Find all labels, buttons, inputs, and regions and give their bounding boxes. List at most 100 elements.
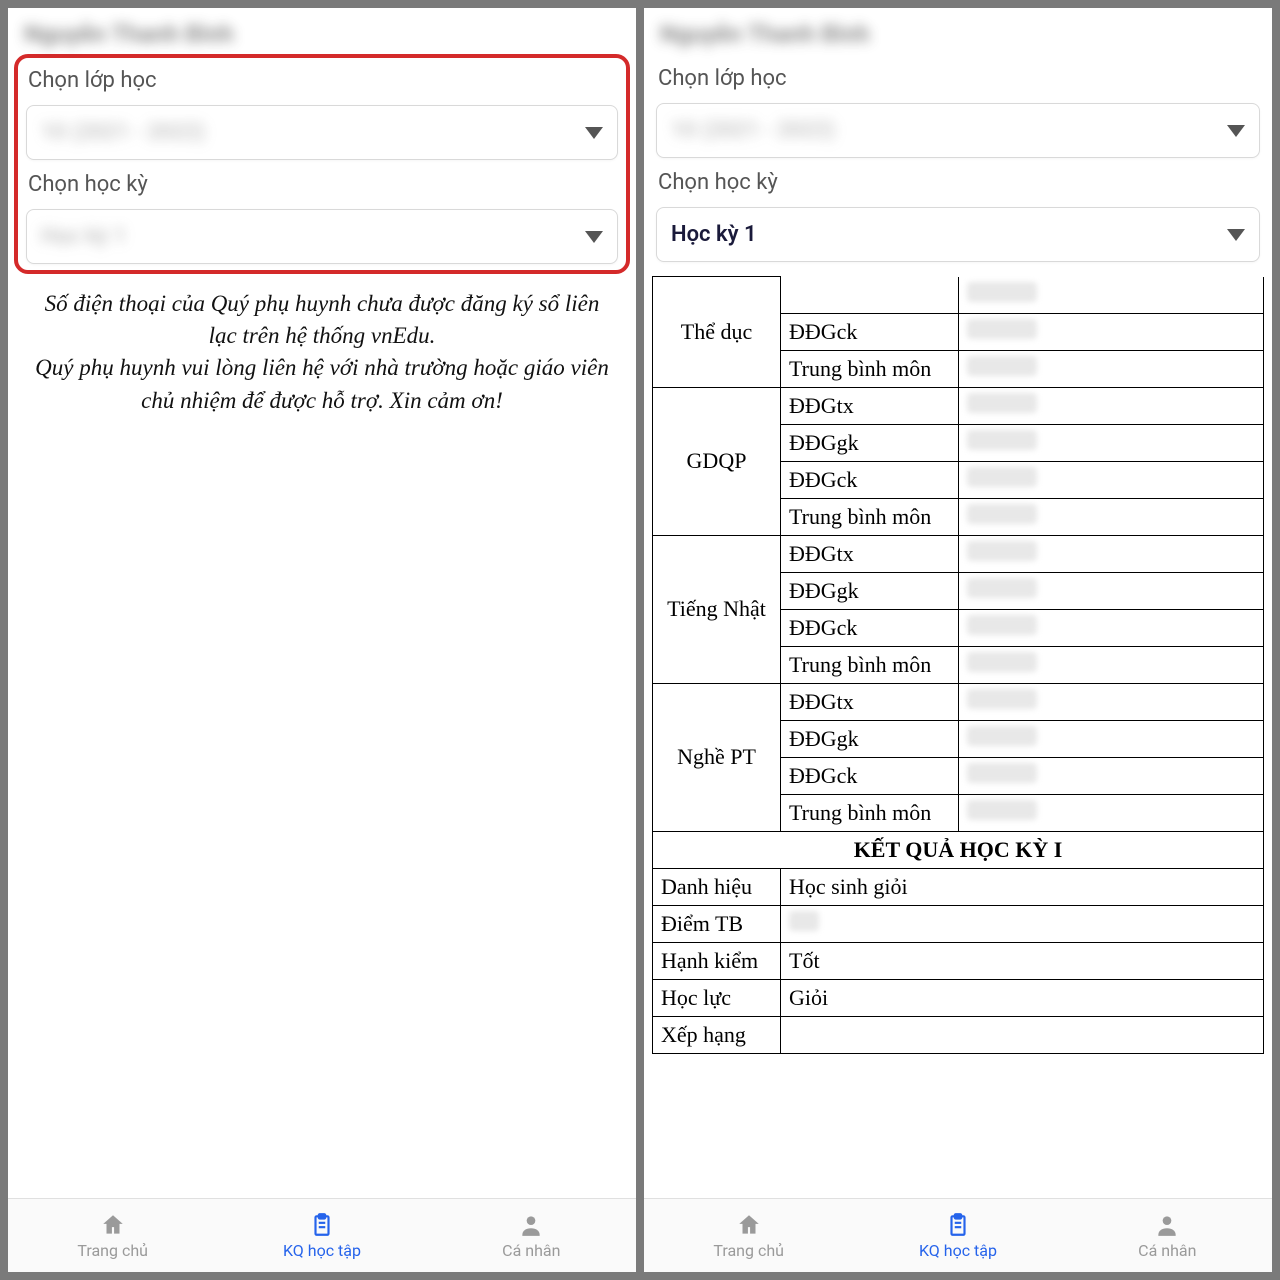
subject-cell: Nghề PT bbox=[653, 683, 781, 831]
screen-right: Nguyễn Thanh Bình Chọn lớp học 10 (2021 … bbox=[644, 8, 1272, 1272]
value-cell bbox=[959, 720, 1264, 757]
summary-header-row: KẾT QUẢ HỌC KỲ I bbox=[653, 831, 1264, 868]
value-cell bbox=[959, 498, 1264, 535]
metric-cell bbox=[781, 277, 959, 314]
chevron-down-icon bbox=[1227, 229, 1245, 241]
value-cell bbox=[959, 350, 1264, 387]
chevron-down-icon bbox=[585, 231, 603, 243]
value-cell bbox=[959, 277, 1264, 314]
value-cell bbox=[959, 794, 1264, 831]
semester-label: Chọn học kỳ bbox=[656, 166, 1260, 199]
class-select-value: 10 (2021 - 2022) bbox=[41, 120, 205, 145]
semester-select[interactable]: Học kỳ 1 bbox=[26, 209, 618, 264]
metric-cell: ĐĐGgk bbox=[781, 424, 959, 461]
class-select[interactable]: 10 (2021 - 2022) bbox=[26, 105, 618, 160]
summary-label: Điểm TB bbox=[653, 905, 781, 942]
metric-cell: ĐĐGgk bbox=[781, 572, 959, 609]
metric-cell: Trung bình môn bbox=[781, 646, 959, 683]
chevron-down-icon bbox=[585, 127, 603, 139]
table-row: Nghề PT ĐĐGtx bbox=[653, 683, 1264, 720]
clipboard-icon bbox=[308, 1211, 336, 1239]
class-select[interactable]: 10 (2021 - 2022) bbox=[656, 103, 1260, 158]
value-cell bbox=[959, 609, 1264, 646]
selectors-group: Chọn lớp học 10 (2021 - 2022) Chọn học k… bbox=[644, 54, 1272, 270]
class-label: Chọn lớp học bbox=[26, 64, 618, 97]
metric-cell: Trung bình môn bbox=[781, 794, 959, 831]
summary-label: Xếp hạng bbox=[653, 1016, 781, 1053]
bottom-nav: Trang chủ KQ học tập Cá nhân bbox=[644, 1198, 1272, 1272]
bottom-nav: Trang chủ KQ học tập Cá nhân bbox=[8, 1198, 636, 1272]
student-name: Nguyễn Thanh Bình bbox=[644, 8, 1272, 54]
table-row: GDQP ĐĐGtx bbox=[653, 387, 1264, 424]
value-cell bbox=[959, 683, 1264, 720]
metric-cell: Trung bình môn bbox=[781, 498, 959, 535]
value-cell bbox=[959, 461, 1264, 498]
class-label: Chọn lớp học bbox=[656, 62, 1260, 95]
value-cell bbox=[959, 572, 1264, 609]
value-cell bbox=[959, 424, 1264, 461]
clipboard-icon bbox=[944, 1211, 972, 1239]
semester-label: Chọn học kỳ bbox=[26, 168, 618, 201]
nav-results[interactable]: KQ học tập bbox=[853, 1199, 1062, 1272]
info-message-line: Quý phụ huynh vui lòng liên hệ với nhà t… bbox=[28, 352, 616, 416]
nav-home[interactable]: Trang chủ bbox=[644, 1199, 853, 1272]
selectors-group-highlight: Chọn lớp học 10 (2021 - 2022) Chọn học k… bbox=[14, 54, 630, 274]
subject-cell: Thể dục bbox=[653, 277, 781, 388]
nav-home[interactable]: Trang chủ bbox=[8, 1199, 217, 1272]
info-message-line: Số điện thoại của Quý phụ huynh chưa đượ… bbox=[28, 288, 616, 352]
nav-label: Trang chủ bbox=[77, 1241, 148, 1260]
info-message: Số điện thoại của Quý phụ huynh chưa đượ… bbox=[8, 274, 636, 431]
summary-label: Hạnh kiểm bbox=[653, 942, 781, 979]
metric-cell: ĐĐGck bbox=[781, 461, 959, 498]
summary-row: Điểm TB bbox=[653, 905, 1264, 942]
metric-cell: ĐĐGtx bbox=[781, 387, 959, 424]
value-cell bbox=[959, 757, 1264, 794]
summary-row: Học lựcGiỏi bbox=[653, 979, 1264, 1016]
metric-cell: ĐĐGtx bbox=[781, 535, 959, 572]
person-icon bbox=[517, 1211, 545, 1239]
nav-label: KQ học tập bbox=[919, 1241, 997, 1260]
semester-select[interactable]: Học kỳ 1 bbox=[656, 207, 1260, 262]
metric-cell: ĐĐGgk bbox=[781, 720, 959, 757]
metric-cell: ĐĐGtx bbox=[781, 683, 959, 720]
summary-value bbox=[781, 905, 1264, 942]
metric-cell: ĐĐGck bbox=[781, 609, 959, 646]
nav-label: Cá nhân bbox=[502, 1241, 560, 1260]
person-icon bbox=[1153, 1211, 1181, 1239]
metric-cell: ĐĐGck bbox=[781, 313, 959, 350]
value-cell bbox=[959, 646, 1264, 683]
summary-row: Xếp hạng bbox=[653, 1016, 1264, 1053]
grades-table: Thể dục ĐĐGck Trung bình môn GDQP ĐĐGtx … bbox=[652, 276, 1264, 1054]
subject-cell: Tiếng Nhật bbox=[653, 535, 781, 683]
nav-profile[interactable]: Cá nhân bbox=[1063, 1199, 1272, 1272]
table-row: Tiếng Nhật ĐĐGtx bbox=[653, 535, 1264, 572]
summary-value: Học sinh giỏi bbox=[781, 868, 1264, 905]
summary-label: Học lực bbox=[653, 979, 781, 1016]
home-icon bbox=[735, 1211, 763, 1239]
nav-label: Trang chủ bbox=[713, 1241, 784, 1260]
summary-label: Danh hiệu bbox=[653, 868, 781, 905]
summary-value: Tốt bbox=[781, 942, 1264, 979]
summary-value bbox=[781, 1016, 1264, 1053]
value-cell bbox=[959, 387, 1264, 424]
screen-left: Nguyễn Thanh Bình Chọn lớp học 10 (2021 … bbox=[8, 8, 636, 1272]
chevron-down-icon bbox=[1227, 125, 1245, 137]
subject-cell: GDQP bbox=[653, 387, 781, 535]
summary-row: Danh hiệuHọc sinh giỏi bbox=[653, 868, 1264, 905]
class-select-value: 10 (2021 - 2022) bbox=[671, 118, 835, 143]
semester-select-value: Học kỳ 1 bbox=[41, 224, 126, 249]
nav-label: KQ học tập bbox=[283, 1241, 361, 1260]
student-name: Nguyễn Thanh Bình bbox=[8, 8, 636, 54]
nav-profile[interactable]: Cá nhân bbox=[427, 1199, 636, 1272]
home-icon bbox=[99, 1211, 127, 1239]
value-cell bbox=[959, 313, 1264, 350]
metric-cell: Trung bình môn bbox=[781, 350, 959, 387]
nav-label: Cá nhân bbox=[1138, 1241, 1196, 1260]
summary-value: Giỏi bbox=[781, 979, 1264, 1016]
nav-results[interactable]: KQ học tập bbox=[217, 1199, 426, 1272]
summary-row: Hạnh kiểmTốt bbox=[653, 942, 1264, 979]
metric-cell: ĐĐGck bbox=[781, 757, 959, 794]
grades-table-area: Thể dục ĐĐGck Trung bình môn GDQP ĐĐGtx … bbox=[644, 270, 1272, 1198]
summary-header: KẾT QUẢ HỌC KỲ I bbox=[653, 831, 1264, 868]
value-cell bbox=[959, 535, 1264, 572]
